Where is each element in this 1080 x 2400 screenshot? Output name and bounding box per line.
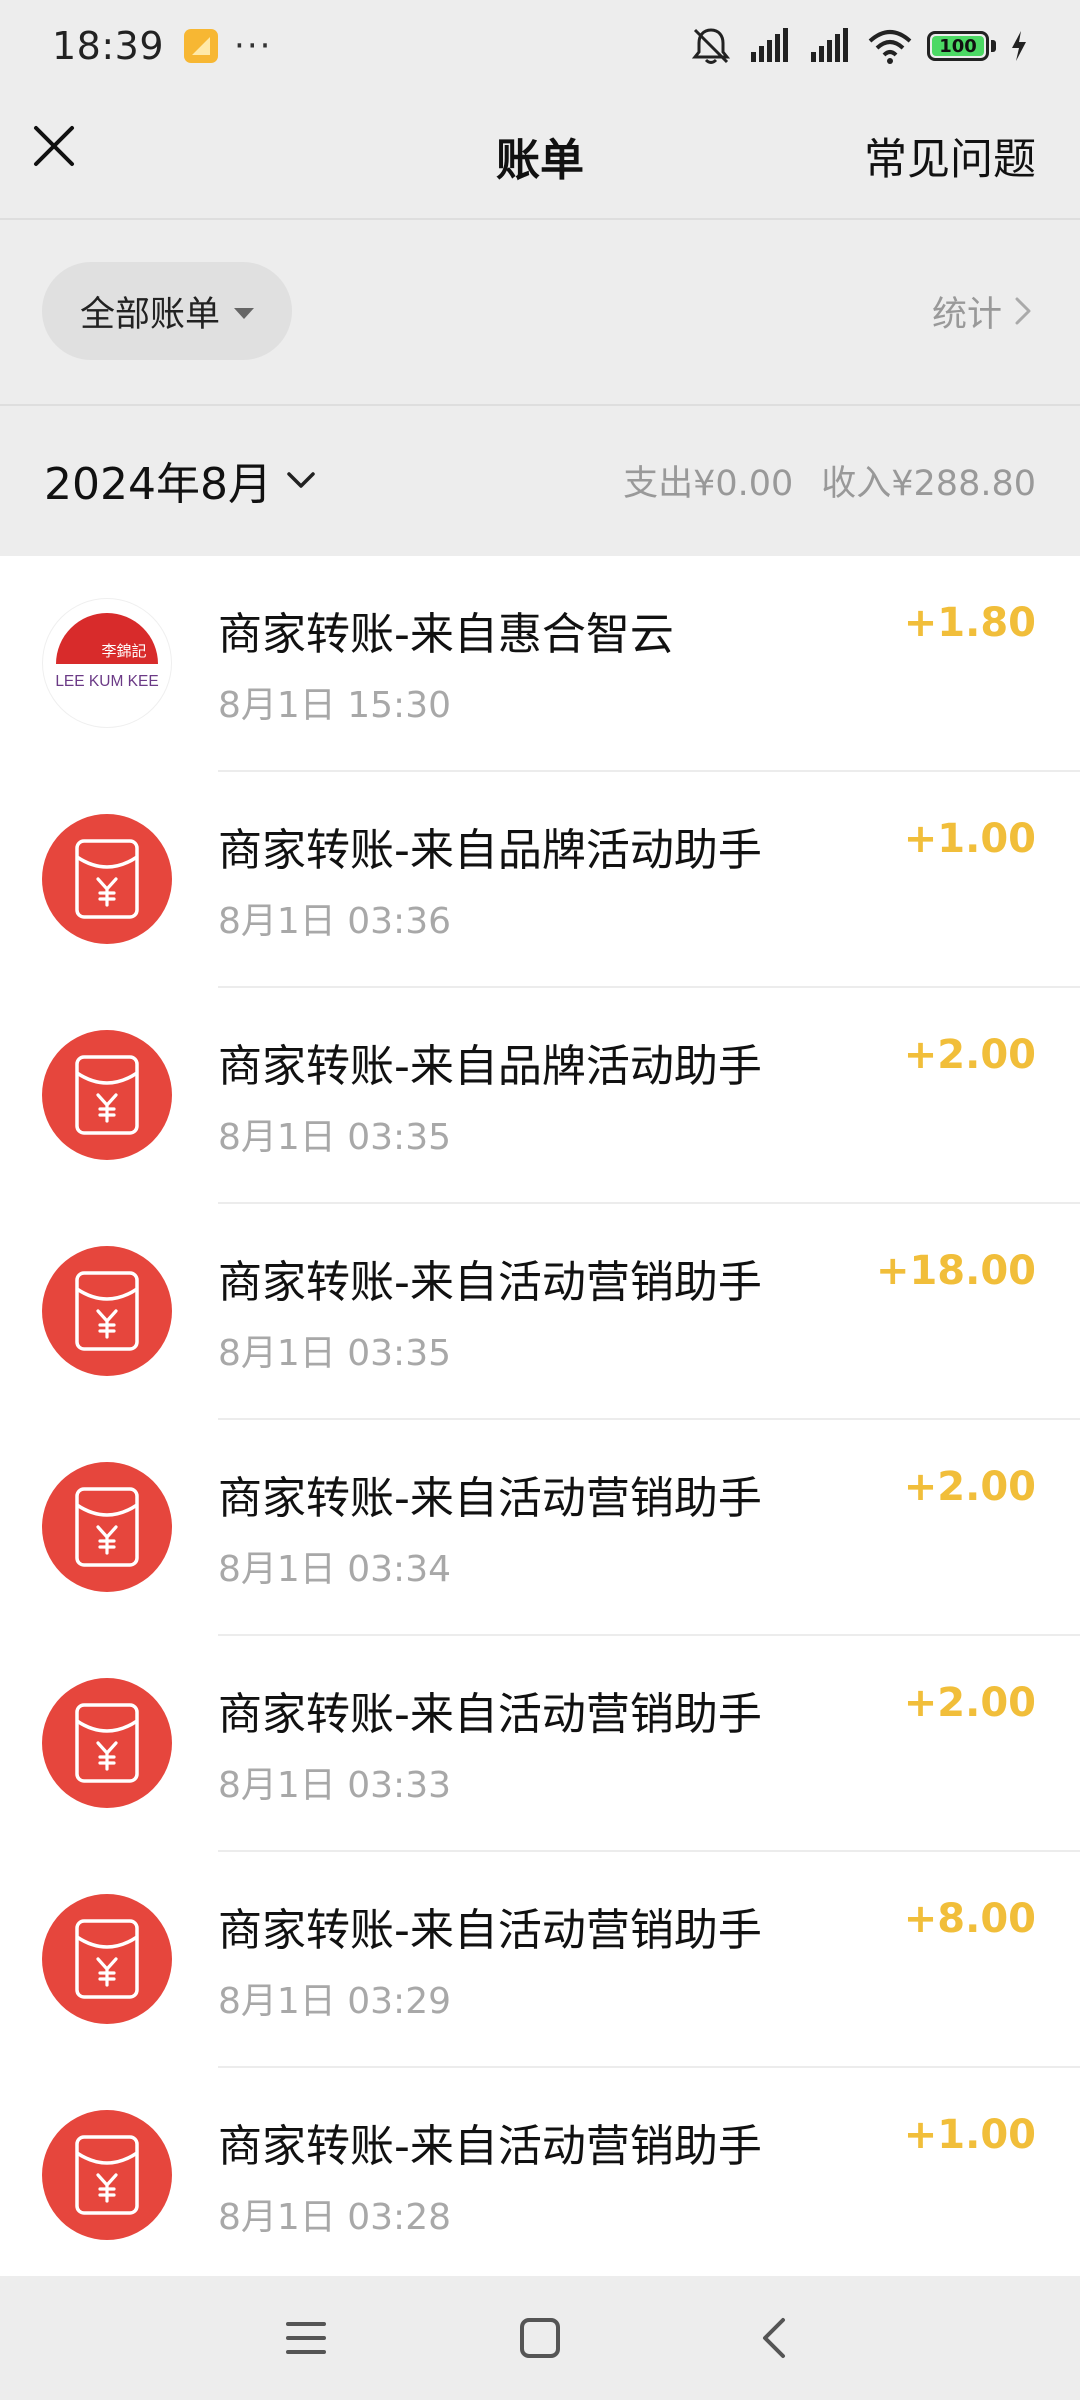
bill-item[interactable]: 商家转账-来自活动营销助手 8月1日 03:34 +2.00 [0,1420,1080,1636]
bill-time: 8月1日 03:35 [218,1333,451,1374]
chevron-right-icon [1015,297,1031,325]
bill-item[interactable]: 商家转账-来自品牌活动助手 8月1日 03:35 +2.00 [0,988,1080,1204]
back-chevron-icon [763,2318,785,2358]
bill-title: 商家转账-来自品牌活动助手 [218,825,762,876]
month-summary: 支出¥0.00 收入¥288.80 [623,406,1036,554]
caret-down-icon [234,307,254,319]
menu-icon [286,2322,326,2354]
more-notifications-icon: ··· [234,26,273,66]
red-envelope-icon [75,1703,139,1783]
bill-title: 商家转账-来自活动营销助手 [218,1689,762,1740]
bill-time: 8月1日 03:34 [218,1549,451,1590]
navigation-bar [0,2276,1080,2400]
bill-time: 8月1日 03:35 [218,1117,451,1158]
signal-hd-icon-2 [807,26,853,66]
lee-kum-kee-logo: 李錦記 LEE KUM KEE [55,613,159,690]
close-icon [34,126,74,166]
month-selector[interactable]: 2024年8月 [44,406,316,554]
bill-amount: +1.00 [903,816,1036,862]
bill-title: 商家转账-来自品牌活动助手 [218,1041,762,1092]
bill-type-filter[interactable]: 全部账单 [42,262,292,360]
charging-bolt-icon [1010,30,1028,62]
status-icons: 100 [689,26,1028,66]
bill-avatar [42,2110,172,2240]
red-envelope-icon [75,1919,139,1999]
month-label: 2024年8月 [44,459,272,510]
bill-avatar [42,1246,172,1376]
home-square-icon [520,2318,560,2358]
menu-button[interactable] [246,2276,366,2400]
status-time: 18:39 [52,24,165,68]
bill-avatar [42,1462,172,1592]
bill-amount: +2.00 [903,1032,1036,1078]
bill-amount: +1.00 [903,2112,1036,2158]
logo-english: LEE KUM KEE [55,673,158,690]
muted-bell-icon [689,26,733,66]
bill-item[interactable]: 商家转账-来自活动营销助手 8月1日 03:28 +1.00 [0,2068,1080,2276]
bill-avatar [42,814,172,944]
month-expense: 支出¥0.00 [623,463,794,504]
bill-avatar: 李錦記 LEE KUM KEE [42,598,172,728]
close-button[interactable] [26,118,82,174]
notes-app-icon [184,29,219,63]
bill-item[interactable]: 李錦記 LEE KUM KEE 商家转账-来自惠合智云 8月1日 15:30 +1.80 [0,556,1080,772]
red-envelope-icon [75,1271,139,1351]
red-envelope-icon [75,1055,139,1135]
bill-item[interactable]: 商家转账-来自活动营销助手 8月1日 03:29 +8.00 [0,1852,1080,2068]
bill-title: 商家转账-来自活动营销助手 [218,1905,762,1956]
month-income: 收入¥288.80 [821,463,1036,504]
bill-screen: 18:39 ··· 100 账单 常见问题 全部账单 统计 2024年8月 支出… [0,0,1080,2400]
bill-item[interactable]: 商家转账-来自活动营销助手 8月1日 03:33 +2.00 [0,1636,1080,1852]
bill-amount: +18.00 [875,1248,1036,1294]
bill-amount: +2.00 [903,1464,1036,1510]
bill-time: 8月1日 03:29 [218,1981,451,2022]
faq-button[interactable]: 常见问题 [864,92,1036,220]
header-divider [0,218,1080,220]
bill-avatar [42,1894,172,2024]
stats-button[interactable]: 统计 [932,262,1032,360]
bill-avatar [42,1678,172,1808]
bill-item[interactable]: 商家转账-来自活动营销助手 8月1日 03:35 +18.00 [0,1204,1080,1420]
wifi-icon [867,26,913,66]
title-bar: 账单 常见问题 [0,92,1080,220]
home-button[interactable] [480,2276,600,2400]
bill-title: 商家转账-来自活动营销助手 [218,1257,762,1308]
bill-avatar [42,1030,172,1160]
red-envelope-icon [75,1487,139,1567]
red-envelope-icon [75,2135,139,2215]
bill-time: 8月1日 03:36 [218,901,451,942]
filter-label: 全部账单 [79,294,220,335]
bill-time: 8月1日 03:33 [218,1765,451,1806]
stats-label: 统计 [931,294,1002,335]
bill-amount: +1.80 [903,600,1036,646]
status-bar: 18:39 ··· 100 [0,0,1080,92]
bill-time: 8月1日 03:28 [218,2197,451,2238]
bill-item[interactable]: 商家转账-来自品牌活动助手 8月1日 03:36 +1.00 [0,772,1080,988]
bill-title: 商家转账-来自活动营销助手 [218,2121,762,2172]
bill-list: 李錦記 LEE KUM KEE 商家转账-来自惠合智云 8月1日 15:30 +1.80… [0,556,1080,2276]
bill-amount: +8.00 [903,1896,1036,1942]
red-envelope-icon [75,839,139,919]
bill-title: 商家转账-来自活动营销助手 [218,1473,762,1524]
battery-level: 100 [939,35,977,57]
filter-row: 全部账单 统计 [0,222,1080,404]
bill-title: 商家转账-来自惠合智云 [218,609,674,660]
signal-hd-icon-1 [747,26,793,66]
bill-time: 8月1日 15:30 [218,685,451,726]
bill-amount: +2.00 [903,1680,1036,1726]
chevron-down-icon [287,472,315,488]
battery-icon: 100 [927,31,989,61]
back-button[interactable] [714,2276,834,2400]
month-header: 2024年8月 支出¥0.00 收入¥288.80 [0,406,1080,554]
battery-tip [991,40,996,52]
logo-chinese: 李錦記 [101,642,146,660]
